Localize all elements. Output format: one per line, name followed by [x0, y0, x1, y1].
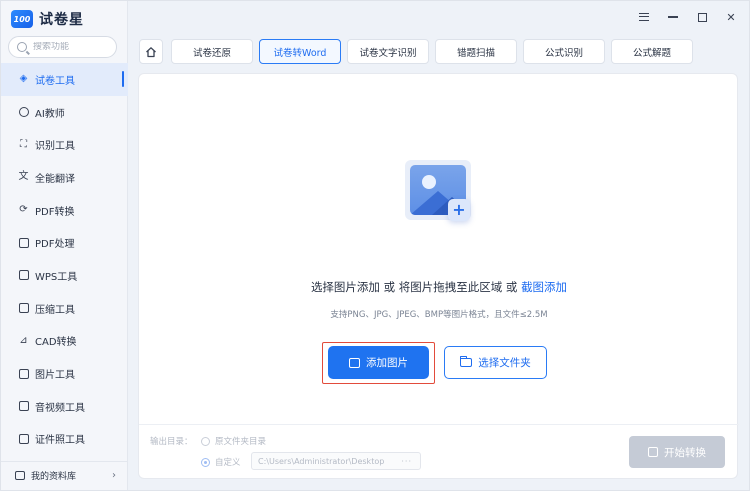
- compress-icon: [18, 303, 29, 314]
- app-window: 100 试卷星 ◈ 试卷工具 AI教师 ⛶ 识别工具 文 全能翻译: [0, 0, 750, 491]
- sidebar-item-label: CAD转换: [35, 337, 77, 349]
- maximize-button[interactable]: [696, 11, 708, 23]
- output-path-field[interactable]: C:\Users\Administrator\Desktop ···: [251, 452, 421, 470]
- chevron-right-icon: ›: [112, 470, 116, 481]
- convert-start-icon: [648, 447, 658, 457]
- sidebar-item-ai-teacher[interactable]: AI教师: [1, 96, 128, 129]
- ai-icon: [18, 107, 29, 118]
- minimize-button[interactable]: [667, 11, 679, 23]
- sidebar-item-label: 压缩工具: [35, 304, 75, 316]
- video-icon: [18, 401, 29, 412]
- home-button[interactable]: [139, 39, 163, 64]
- sidebar-item-wps[interactable]: WPS工具: [1, 259, 128, 292]
- close-icon: ✕: [726, 10, 736, 24]
- sidebar-item-label: 音视频工具: [35, 402, 85, 414]
- upload-panel[interactable]: + 选择图片添加 或 将图片拖拽至此区域 或 截图添加 支持PNG、JPG、JP…: [138, 73, 739, 479]
- plus-icon: +: [448, 199, 470, 221]
- upload-image-icon: +: [405, 160, 475, 230]
- upload-hint: 选择图片添加 或 将图片拖拽至此区域 或 截图添加: [139, 279, 739, 295]
- scan-icon: ⛶: [20, 138, 27, 150]
- tab-bar: 试卷还原 试卷转Word 试卷文字识别 错题扫描 公式识别 公式解题: [171, 39, 693, 64]
- sidebar-item-label: 识别工具: [35, 141, 75, 153]
- window-controls: ✕: [638, 10, 737, 24]
- radio-custom[interactable]: [201, 457, 210, 467]
- tab-formula-recognition[interactable]: 公式识别: [523, 39, 605, 64]
- option-original-folder[interactable]: 原文件夹目录: [201, 435, 266, 447]
- add-image-label: 添加图片: [366, 357, 408, 369]
- sidebar-nav: ◈ 试卷工具 AI教师 ⛶ 识别工具 文 全能翻译 ⟳ PDF转换 PDF处理: [1, 63, 128, 455]
- layers-icon: ◈: [19, 73, 28, 85]
- sidebar-item-compress[interactable]: 压缩工具: [1, 292, 128, 325]
- folder-icon: [459, 356, 473, 367]
- sidebar-item-label: AI教师: [35, 108, 65, 120]
- app-name: 试卷星: [39, 12, 84, 28]
- logo-badge: 100: [11, 10, 33, 28]
- output-dir-label: 输出目录：: [150, 437, 193, 447]
- cad-icon: ⊿: [19, 334, 28, 346]
- sidebar-item-recognition[interactable]: ⛶ 识别工具: [1, 128, 128, 161]
- sidebar-item-pdf-process[interactable]: PDF处理: [1, 226, 128, 259]
- sidebar-item-pdf-convert[interactable]: ⟳ PDF转换: [1, 194, 128, 227]
- wps-icon: [18, 270, 29, 281]
- home-icon: [146, 46, 156, 57]
- sidebar-item-translate[interactable]: 文 全能翻译: [1, 161, 128, 194]
- sidebar-item-cad[interactable]: ⊿ CAD转换: [1, 325, 128, 358]
- convert-icon: ⟳: [19, 204, 28, 216]
- menu-icon: [639, 13, 649, 21]
- screenshot-add-link[interactable]: 截图添加: [521, 280, 567, 294]
- option-original-label: 原文件夹目录: [215, 437, 267, 447]
- sidebar-item-audio-video[interactable]: 音视频工具: [1, 390, 128, 423]
- divider: [139, 424, 739, 425]
- search-box[interactable]: [8, 36, 117, 58]
- start-convert-label: 开始转换: [664, 446, 706, 459]
- library-icon: [15, 471, 25, 480]
- close-button[interactable]: ✕: [725, 10, 737, 24]
- radio-original[interactable]: [201, 436, 210, 446]
- id-photo-icon: [18, 433, 29, 444]
- add-image-icon: [349, 357, 360, 368]
- upload-hint-text: 选择图片添加 或 将图片拖拽至此区域 或: [310, 280, 522, 294]
- option-custom-folder[interactable]: 自定义: [201, 456, 241, 468]
- sidebar-item-label: 图片工具: [35, 370, 75, 382]
- option-custom-label: 自定义: [215, 458, 241, 468]
- search-input[interactable]: [33, 42, 103, 52]
- minimize-icon: [668, 16, 678, 18]
- maximize-icon: [697, 12, 707, 22]
- translate-icon: 文: [18, 171, 29, 183]
- menu-button[interactable]: [638, 11, 650, 23]
- app-logo: 100 试卷星: [11, 7, 84, 31]
- my-library-label: 我的资料库: [31, 472, 77, 482]
- select-folder-label: 选择文件夹: [478, 357, 531, 369]
- tab-formula-solve[interactable]: 公式解题: [611, 39, 693, 64]
- search-icon: [17, 42, 27, 52]
- sidebar-item-label: 证件照工具: [35, 435, 85, 447]
- sidebar-item-label: 全能翻译: [35, 173, 75, 185]
- sidebar-item-label: WPS工具: [35, 271, 78, 283]
- sidebar-item-image[interactable]: 图片工具: [1, 357, 128, 390]
- tab-mistake-scan[interactable]: 错题扫描: [435, 39, 517, 64]
- select-folder-button[interactable]: 选择文件夹: [444, 346, 547, 379]
- start-convert-button[interactable]: 开始转换: [629, 436, 725, 468]
- output-path-text: C:\Users\Administrator\Desktop: [258, 456, 385, 466]
- sidebar-item-label: PDF转换: [35, 206, 75, 218]
- my-library[interactable]: 我的资料库 ›: [1, 461, 128, 489]
- supported-formats: 支持PNG、JPG、JPEG、BMP等图片格式，且文件≤2.5M: [330, 310, 548, 320]
- image-icon: [18, 368, 29, 379]
- tab-exam-restore[interactable]: 试卷还原: [171, 39, 253, 64]
- browse-button[interactable]: ···: [401, 457, 412, 466]
- tab-exam-ocr[interactable]: 试卷文字识别: [347, 39, 429, 64]
- sidebar-item-label: 试卷工具: [35, 75, 75, 87]
- tab-exam-to-word[interactable]: 试卷转Word: [259, 39, 341, 64]
- pdf-icon: [18, 237, 29, 248]
- sidebar-item-id-photo[interactable]: 证件照工具: [1, 423, 128, 456]
- sidebar-item-label: PDF处理: [35, 239, 75, 251]
- add-image-button[interactable]: 添加图片: [328, 346, 429, 379]
- sidebar-item-exam-tools[interactable]: ◈ 试卷工具: [1, 63, 128, 96]
- sidebar: 100 试卷星 ◈ 试卷工具 AI教师 ⛶ 识别工具 文 全能翻译: [1, 1, 128, 490]
